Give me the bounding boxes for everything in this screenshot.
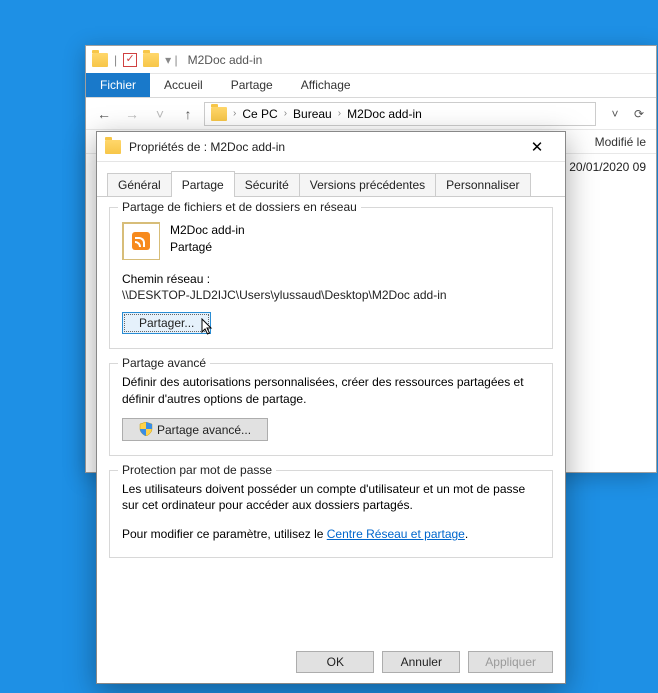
- tab-securite[interactable]: Sécurité: [234, 173, 300, 196]
- folder-icon: [211, 107, 227, 121]
- network-center-link[interactable]: Centre Réseau et partage: [327, 527, 465, 541]
- nav-back-icon[interactable]: ←: [92, 102, 116, 126]
- explorer-titlebar: | ✓ ▾ | M2Doc add-in: [86, 46, 656, 74]
- chevron-right-icon: ›: [338, 108, 341, 119]
- group-legend: Protection par mot de passe: [118, 463, 276, 477]
- crumb-desktop[interactable]: Bureau: [293, 107, 332, 121]
- tab-general[interactable]: Général: [107, 173, 172, 196]
- tab-partage[interactable]: Partage: [171, 171, 235, 197]
- tabstrip: Général Partage Sécurité Versions précéd…: [97, 162, 565, 197]
- checkbox-icon: ✓: [123, 53, 137, 67]
- crumb-folder[interactable]: M2Doc add-in: [347, 107, 422, 121]
- ribbon-tab-share[interactable]: Partage: [217, 73, 287, 97]
- properties-dialog: Propriétés de : M2Doc add-in ✕ Général P…: [96, 131, 566, 684]
- dialog-titlebar: Propriétés de : M2Doc add-in ✕: [97, 132, 565, 162]
- share-name: M2Doc add-in: [170, 222, 245, 239]
- shield-icon: [139, 422, 153, 436]
- apply-button[interactable]: Appliquer: [468, 651, 553, 673]
- explorer-title-text: M2Doc add-in: [188, 53, 263, 67]
- group-advanced-sharing: Partage avancé Définir des autorisations…: [109, 363, 553, 456]
- chevron-right-icon: ›: [233, 108, 236, 119]
- ok-button[interactable]: OK: [296, 651, 374, 673]
- tab-versions[interactable]: Versions précédentes: [299, 173, 436, 196]
- ribbon-tabs: Fichier Accueil Partage Affichage: [86, 74, 656, 98]
- folder-icon: [92, 53, 108, 67]
- dialog-buttons: OK Annuler Appliquer: [296, 651, 553, 673]
- title-separator: |: [114, 53, 117, 67]
- nav-recent-icon[interactable]: ˅: [148, 102, 172, 126]
- group-legend: Partage avancé: [118, 356, 210, 370]
- folder-icon: [143, 53, 159, 67]
- network-path-label: Chemin réseau :: [122, 272, 540, 286]
- rss-icon: [132, 232, 150, 250]
- cancel-button[interactable]: Annuler: [382, 651, 460, 673]
- crumb-pc[interactable]: Ce PC: [242, 107, 277, 121]
- nav-forward-icon[interactable]: →: [120, 102, 144, 126]
- cursor-icon: [201, 318, 215, 336]
- nav-up-icon[interactable]: ↑: [176, 102, 200, 126]
- addr-dropdown-icon[interactable]: ˅: [604, 103, 626, 125]
- ribbon-tab-view[interactable]: Affichage: [287, 73, 365, 97]
- tab-personnaliser[interactable]: Personnaliser: [435, 173, 530, 196]
- share-thumbnail: [122, 222, 160, 260]
- password-hint-suffix: .: [465, 527, 468, 541]
- tab-body: Partage de fichiers et de dossiers en ré…: [97, 197, 565, 584]
- chevron-right-icon: ›: [284, 108, 287, 119]
- advanced-desc: Définir des autorisations personnalisées…: [122, 374, 540, 408]
- group-legend: Partage de fichiers et de dossiers en ré…: [118, 200, 361, 214]
- ribbon-tab-file[interactable]: Fichier: [86, 73, 150, 97]
- refresh-icon[interactable]: ⟳: [628, 103, 650, 125]
- advanced-share-label: Partage avancé...: [157, 423, 251, 437]
- share-button[interactable]: Partager...: [122, 312, 211, 334]
- password-desc: Les utilisateurs doivent posséder un com…: [122, 481, 540, 515]
- nav-row: ← → ˅ ↑ › Ce PC › Bureau › M2Doc add-in …: [86, 98, 656, 130]
- advanced-share-button[interactable]: Partage avancé...: [122, 418, 268, 441]
- password-hint-prefix: Pour modifier ce paramètre, utilisez le: [122, 527, 327, 541]
- network-path-value: \\DESKTOP-JLD2IJC\Users\ylussaud\Desktop…: [122, 288, 540, 302]
- group-password-protection: Protection par mot de passe Les utilisat…: [109, 470, 553, 558]
- group-network-sharing: Partage de fichiers et de dossiers en ré…: [109, 207, 553, 349]
- dialog-title: Propriétés de : M2Doc add-in: [129, 140, 509, 154]
- address-bar[interactable]: › Ce PC › Bureau › M2Doc add-in: [204, 102, 596, 126]
- title-separator: ▾ |: [165, 53, 177, 67]
- folder-icon: [105, 140, 121, 154]
- share-status: Partagé: [170, 239, 245, 256]
- close-icon[interactable]: ✕: [517, 133, 557, 161]
- ribbon-tab-home[interactable]: Accueil: [150, 73, 217, 97]
